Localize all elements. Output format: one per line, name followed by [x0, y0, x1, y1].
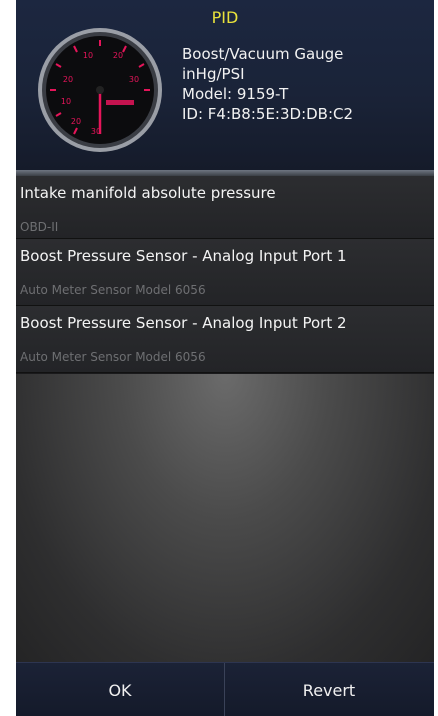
- empty-area: [16, 374, 434, 662]
- list-item-subtitle: Auto Meter Sensor Model 6056: [20, 283, 206, 297]
- footer-bar: OK Revert: [16, 662, 434, 716]
- gauge-tick-label: 10: [61, 97, 71, 106]
- list-item[interactable]: Boost Pressure Sensor - Analog Input Por…: [16, 306, 434, 373]
- header: PID 10 20 30 20 10 20 30 Boost/Vacuum Ga…: [16, 0, 434, 170]
- device-model: Model: 9159-T: [182, 85, 289, 103]
- device-name: Boost/Vacuum Gauge: [182, 45, 344, 63]
- device-id: ID: F4:B8:5E:3D:DB:C2: [182, 105, 354, 123]
- app-screen: PID 10 20 30 20 10 20 30 Boost/Vacuum Ga…: [16, 0, 434, 716]
- device-info: Boost/Vacuum Gauge inHg/PSI Model: 9159-…: [182, 44, 353, 124]
- list-item-title: Boost Pressure Sensor - Analog Input Por…: [20, 314, 347, 332]
- pid-list: Intake manifold absolute pressure OBD-II…: [16, 176, 434, 373]
- list-item-subtitle: Auto Meter Sensor Model 6056: [20, 350, 206, 364]
- gauge-tick-label: 20: [71, 117, 81, 126]
- gauge-tick-label: 10: [83, 51, 93, 60]
- list-item[interactable]: Boost Pressure Sensor - Analog Input Por…: [16, 239, 434, 306]
- revert-button[interactable]: Revert: [225, 663, 433, 716]
- ok-button[interactable]: OK: [16, 663, 225, 716]
- gauge-tick-label: 30: [129, 75, 139, 84]
- device-units: inHg/PSI: [182, 65, 245, 83]
- list-item-title: Boost Pressure Sensor - Analog Input Por…: [20, 247, 347, 265]
- gauge-tick-label: 20: [113, 51, 123, 60]
- list-item-subtitle: OBD-II: [20, 220, 59, 234]
- gauge-tick-label: 20: [63, 75, 73, 84]
- page-title: PID: [211, 8, 239, 27]
- list-item-title: Intake manifold absolute pressure: [20, 184, 276, 202]
- gauge-icon: 10 20 30 20 10 20 30: [36, 26, 164, 154]
- list-item[interactable]: Intake manifold absolute pressure OBD-II: [16, 176, 434, 239]
